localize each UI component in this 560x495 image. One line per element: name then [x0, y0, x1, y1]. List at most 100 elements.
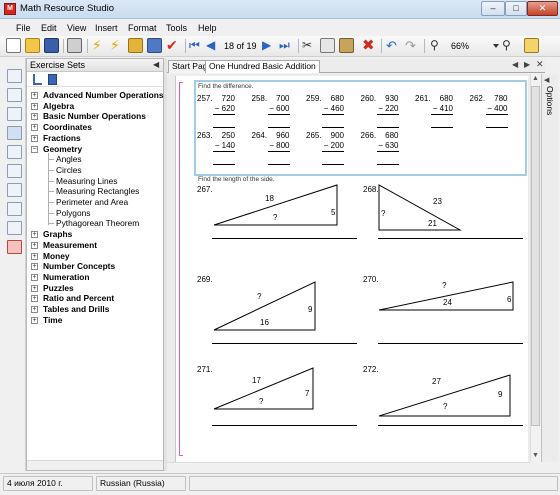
expand-icon[interactable]: +: [31, 134, 38, 142]
cut-icon[interactable]: ✂: [302, 38, 317, 53]
tree-item[interactable]: Algebra: [43, 101, 74, 111]
tree-view-icon[interactable]: [48, 74, 57, 85]
minimize-button[interactable]: –: [481, 1, 505, 16]
tree-item[interactable]: Polygons: [56, 208, 90, 218]
document-horizontal-scrollbar[interactable]: [167, 462, 530, 471]
redo-icon[interactable]: ↷: [405, 38, 420, 53]
tree-item[interactable]: Money: [43, 251, 70, 261]
scroll-up-icon[interactable]: ▲: [532, 75, 539, 82]
print-icon[interactable]: [67, 38, 82, 53]
chevron-down-icon[interactable]: [493, 44, 499, 48]
expand-icon[interactable]: +: [31, 92, 38, 99]
spacing-icon[interactable]: [7, 202, 22, 216]
expand-icon[interactable]: +: [31, 316, 38, 324]
maximize-button[interactable]: □: [505, 1, 527, 16]
collapse-icon[interactable]: −: [31, 145, 38, 153]
toolbar-separator: [87, 39, 88, 53]
close-window-button[interactable]: ✕: [527, 1, 558, 16]
save-icon[interactable]: [44, 38, 59, 53]
tab-scroll-right-icon[interactable]: ▶: [524, 60, 530, 69]
expand-icon[interactable]: +: [31, 263, 38, 271]
expand-icon[interactable]: +: [31, 284, 38, 292]
scrollbar-thumb[interactable]: [531, 86, 540, 426]
expand-icon[interactable]: +: [31, 231, 38, 239]
zoom-select[interactable]: 66%: [451, 41, 469, 51]
tree-item[interactable]: Puzzles: [43, 283, 74, 293]
expand-icon[interactable]: +: [31, 252, 38, 260]
copy-icon[interactable]: [320, 38, 335, 53]
subtrahend: − 800: [269, 141, 290, 150]
expand-icon[interactable]: +: [31, 124, 38, 132]
tab-scroll-left-icon[interactable]: ◀: [512, 60, 518, 69]
tree-item[interactable]: Measuring Rectangles: [56, 186, 139, 196]
divide-icon[interactable]: [7, 164, 22, 178]
expand-icon[interactable]: +: [31, 306, 38, 313]
menu-format[interactable]: Format: [128, 23, 157, 33]
delete-icon[interactable]: ✖: [362, 38, 377, 53]
expand-icon[interactable]: +: [31, 295, 38, 303]
image-tool-icon[interactable]: [7, 126, 22, 140]
tree-item[interactable]: Basic Number Operations: [43, 111, 146, 121]
menu-tools[interactable]: Tools: [166, 23, 187, 33]
tree-item[interactable]: Tables and Drills: [43, 304, 109, 314]
open-folder-icon[interactable]: [25, 38, 40, 53]
quote-icon[interactable]: [7, 145, 22, 159]
tree-horizontal-scrollbar[interactable]: [27, 460, 163, 470]
options-toggle-icon[interactable]: ◀: [544, 76, 549, 84]
check-icon[interactable]: ✔: [166, 38, 181, 53]
first-page-icon[interactable]: ⏮: [189, 38, 204, 53]
scroll-down-icon[interactable]: ▼: [532, 452, 539, 459]
expand-icon[interactable]: +: [31, 102, 38, 110]
next-page-icon[interactable]: ▶: [262, 38, 277, 53]
close-tab-icon[interactable]: ✕: [536, 59, 544, 70]
tree-item[interactable]: Graphs: [43, 229, 72, 239]
tree-item[interactable]: Pythagorean Theorem: [56, 218, 139, 228]
zoom-out-icon[interactable]: ⚲: [430, 38, 445, 53]
tree-item[interactable]: Number Concepts: [43, 261, 115, 271]
previous-page-icon[interactable]: ◀: [206, 38, 221, 53]
zoom-in-icon[interactable]: ⚲: [502, 38, 517, 53]
text-tool-icon[interactable]: [7, 107, 22, 121]
tree-item[interactable]: Fractions: [43, 133, 81, 143]
new-document-icon[interactable]: [6, 38, 21, 53]
menu-insert[interactable]: Insert: [95, 23, 118, 33]
expand-icon[interactable]: +: [31, 241, 38, 249]
resize-icon[interactable]: [128, 38, 143, 53]
select-all-icon[interactable]: [147, 38, 162, 53]
tree-item[interactable]: Angles: [56, 154, 82, 164]
tab-one-hundred-basic-addition[interactable]: One Hundred Basic Addition: [205, 60, 320, 73]
minuend: 780: [494, 94, 508, 103]
paste-icon[interactable]: [339, 38, 354, 53]
sort-icon[interactable]: [33, 74, 42, 85]
menu-view[interactable]: View: [67, 23, 86, 33]
options-label[interactable]: Options: [543, 86, 555, 115]
expand-icon[interactable]: +: [31, 113, 38, 121]
tree-item[interactable]: Measurement: [43, 240, 97, 250]
expand-icon[interactable]: +: [31, 273, 38, 281]
lightning-icon[interactable]: ⚡: [92, 38, 107, 53]
lightning-multi-icon[interactable]: ⚡: [110, 38, 125, 53]
menu-file[interactable]: File: [16, 23, 31, 33]
tree-item[interactable]: Ratio and Percent: [43, 293, 114, 303]
undo-icon[interactable]: ↶: [386, 38, 401, 53]
menu-edit[interactable]: Edit: [41, 23, 57, 33]
collapse-panel-icon[interactable]: ◀: [153, 60, 159, 69]
width-icon[interactable]: [7, 183, 22, 197]
tree-item[interactable]: Time: [43, 315, 62, 325]
bracket-icon[interactable]: [7, 221, 22, 235]
tree-item[interactable]: Geometry: [43, 144, 82, 154]
tree-item[interactable]: Coordinates: [43, 122, 92, 132]
tree-item[interactable]: Measuring Lines: [56, 176, 117, 186]
page-setup-icon[interactable]: [524, 38, 539, 53]
tree-item[interactable]: Circles: [56, 165, 82, 175]
options-sidebar[interactable]: [541, 74, 558, 462]
toolbar-separator: [424, 39, 425, 53]
last-page-icon[interactable]: ⏭: [279, 38, 294, 53]
table-icon[interactable]: [7, 240, 22, 254]
menu-help[interactable]: Help: [198, 23, 217, 33]
tree-item[interactable]: Advanced Number Operations: [43, 90, 164, 100]
line-tool-icon[interactable]: [7, 88, 22, 102]
tree-item[interactable]: Numeration: [43, 272, 90, 282]
keyboard-icon[interactable]: [7, 69, 22, 83]
tree-item[interactable]: Perimeter and Area: [56, 197, 128, 207]
